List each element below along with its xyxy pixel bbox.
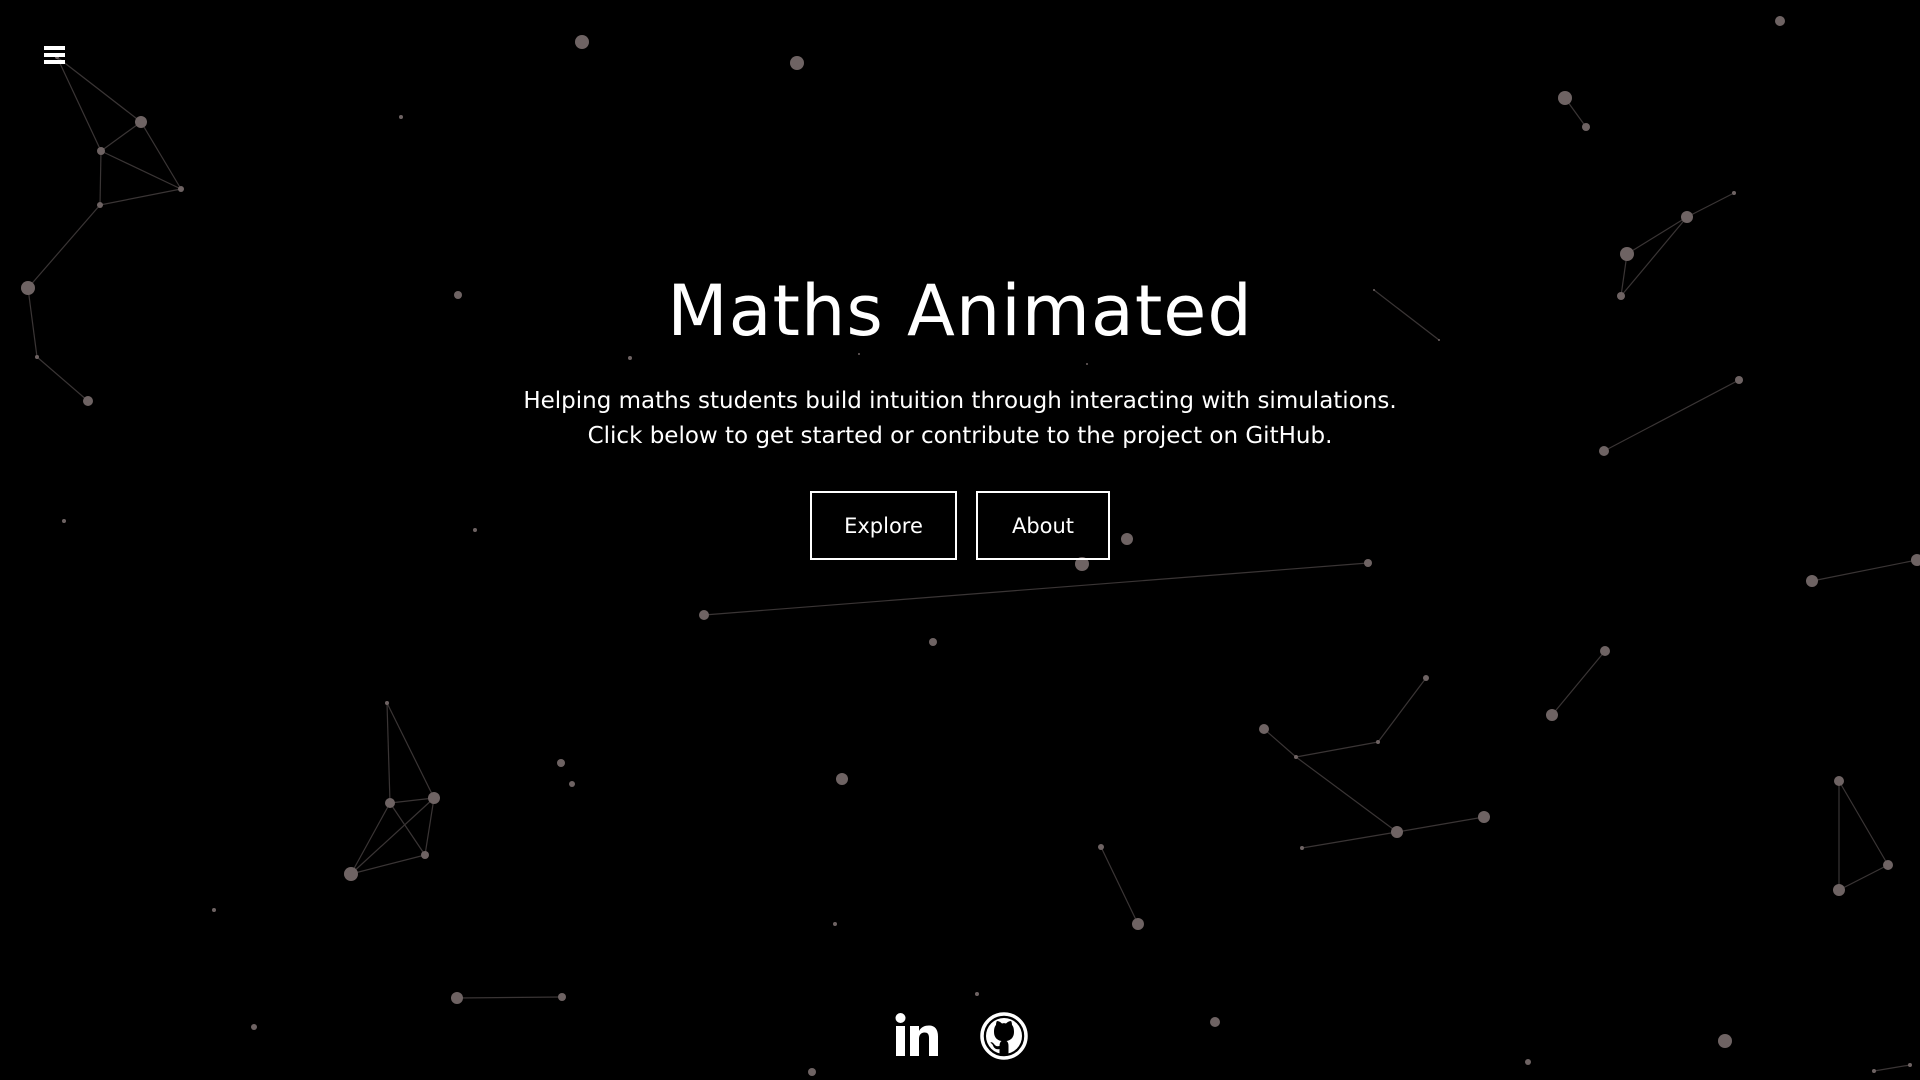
particle-link xyxy=(1301,831,1398,849)
particle-dot xyxy=(35,355,39,359)
particle-link xyxy=(56,56,102,152)
particle-link xyxy=(456,996,563,999)
particle-link xyxy=(56,56,142,123)
particle-dot xyxy=(1582,123,1590,131)
particle-link xyxy=(350,797,435,875)
particle-dot xyxy=(1908,1063,1912,1067)
particle-link xyxy=(99,150,102,206)
particle-dot xyxy=(399,115,403,119)
particle-link xyxy=(1396,816,1485,833)
particle-dot xyxy=(385,798,395,808)
particle-link xyxy=(424,797,435,856)
particle-dot xyxy=(975,992,979,996)
github-link[interactable] xyxy=(980,1010,1028,1062)
particle-link xyxy=(1873,1064,1911,1072)
particle-dot xyxy=(699,610,709,620)
hero-subtitle: Helping maths students build intuition t… xyxy=(0,384,1920,454)
particle-link xyxy=(1626,216,1688,255)
particle-dot xyxy=(1259,724,1269,734)
particle-dot xyxy=(1423,675,1429,681)
menu-button[interactable] xyxy=(44,46,68,70)
explore-button[interactable]: Explore xyxy=(810,491,957,560)
particle-dot xyxy=(97,202,103,208)
linkedin-link[interactable] xyxy=(892,1010,940,1062)
cta-buttons: Explore About xyxy=(0,491,1920,560)
particle-link xyxy=(386,702,391,804)
particle-dot xyxy=(1098,844,1104,850)
particle-dot xyxy=(833,922,837,926)
particle-dot xyxy=(808,1068,816,1076)
particle-link xyxy=(100,121,142,152)
particle-dot xyxy=(421,851,429,859)
subtitle-line-1: Helping maths students build intuition t… xyxy=(523,388,1397,414)
particle-link xyxy=(1551,650,1606,716)
particle-dot xyxy=(1376,740,1380,744)
particle-dot xyxy=(1300,846,1304,850)
page-title: Maths Animated xyxy=(667,270,1253,352)
particle-dot xyxy=(836,773,848,785)
particle-dot xyxy=(558,993,566,1001)
particle-link xyxy=(1838,780,1889,866)
particle-dot xyxy=(1732,191,1736,195)
particle-dot xyxy=(135,116,147,128)
subtitle-line-2: Click below to get started or contribute… xyxy=(587,423,1333,449)
social-links xyxy=(0,1010,1920,1062)
particle-link xyxy=(1295,741,1379,758)
particle-link xyxy=(1377,677,1427,743)
particle-dot xyxy=(1833,884,1845,896)
particle-dot xyxy=(451,992,463,1004)
particle-dot xyxy=(1883,860,1893,870)
particle-dot xyxy=(1294,755,1298,759)
particle-dot xyxy=(1391,826,1403,838)
particle-dot xyxy=(1806,575,1818,587)
hamburger-menu-icon xyxy=(44,46,68,64)
particle-dot xyxy=(1872,1069,1876,1073)
particle-dot xyxy=(385,701,389,705)
particle-dot xyxy=(97,147,105,155)
particle-link xyxy=(1838,864,1889,891)
particle-link xyxy=(1811,559,1918,582)
particle-dot xyxy=(1558,91,1572,105)
particle-dot xyxy=(858,353,860,355)
particle-link xyxy=(1263,728,1297,758)
particle-dot xyxy=(1775,16,1785,26)
particle-dot xyxy=(929,638,937,646)
about-button[interactable]: About xyxy=(976,491,1110,560)
particle-dot xyxy=(557,759,565,767)
particle-dot xyxy=(628,356,632,360)
particle-dot xyxy=(575,35,589,49)
particle-dot xyxy=(1546,709,1558,721)
particle-dot xyxy=(1364,559,1372,567)
particle-dot xyxy=(1086,363,1088,365)
particle-dot xyxy=(428,792,440,804)
particle-link xyxy=(350,802,391,875)
particle-dot xyxy=(1478,811,1490,823)
particle-dot xyxy=(212,908,216,912)
particle-dot xyxy=(1834,776,1844,786)
particle-dot xyxy=(1132,918,1144,930)
linkedin-icon xyxy=(895,1013,938,1056)
particle-dot xyxy=(569,781,575,787)
particle-dot xyxy=(790,56,804,70)
particle-link xyxy=(99,188,182,206)
particle-link xyxy=(703,562,1369,616)
particle-dot xyxy=(1600,646,1610,656)
particle-dot xyxy=(1681,211,1693,223)
particle-link xyxy=(1295,756,1398,833)
particle-link xyxy=(1100,846,1139,925)
particle-dot xyxy=(344,867,358,881)
particle-dot xyxy=(178,186,184,192)
particle-link xyxy=(1686,192,1735,218)
github-icon xyxy=(980,1012,1028,1060)
particle-link xyxy=(389,797,435,804)
particle-dot xyxy=(1735,376,1743,384)
particle-link xyxy=(386,702,435,799)
particle-dot xyxy=(1620,247,1634,261)
